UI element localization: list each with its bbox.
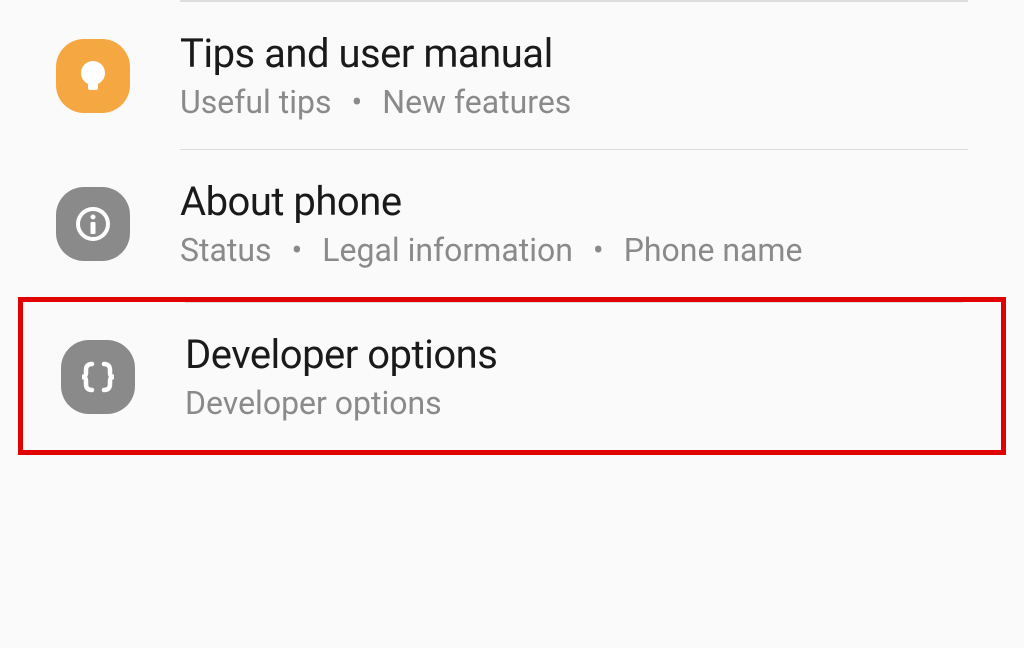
settings-item-about-phone[interactable]: About phone Status • Legal information •… — [0, 150, 1024, 297]
item-subtitle: Developer options — [185, 384, 963, 422]
item-title: Developer options — [185, 331, 963, 378]
settings-item-developer-options[interactable]: Developer options Developer options — [23, 303, 1001, 450]
item-subtitle: Useful tips • New features — [180, 83, 968, 121]
item-content: Tips and user manual Useful tips • New f… — [180, 30, 968, 121]
item-subtitle: Status • Legal information • Phone name — [180, 231, 968, 269]
item-content: Developer options Developer options — [185, 331, 963, 422]
item-title: Tips and user manual — [180, 30, 968, 77]
highlight-box: Developer options Developer options — [18, 297, 1006, 455]
item-title: About phone — [180, 178, 968, 225]
info-icon — [56, 187, 130, 261]
settings-item-tips[interactable]: Tips and user manual Useful tips • New f… — [0, 2, 1024, 149]
braces-icon — [61, 340, 135, 414]
settings-list: Tips and user manual Useful tips • New f… — [0, 0, 1024, 455]
lightbulb-icon — [56, 39, 130, 113]
item-content: About phone Status • Legal information •… — [180, 178, 968, 269]
